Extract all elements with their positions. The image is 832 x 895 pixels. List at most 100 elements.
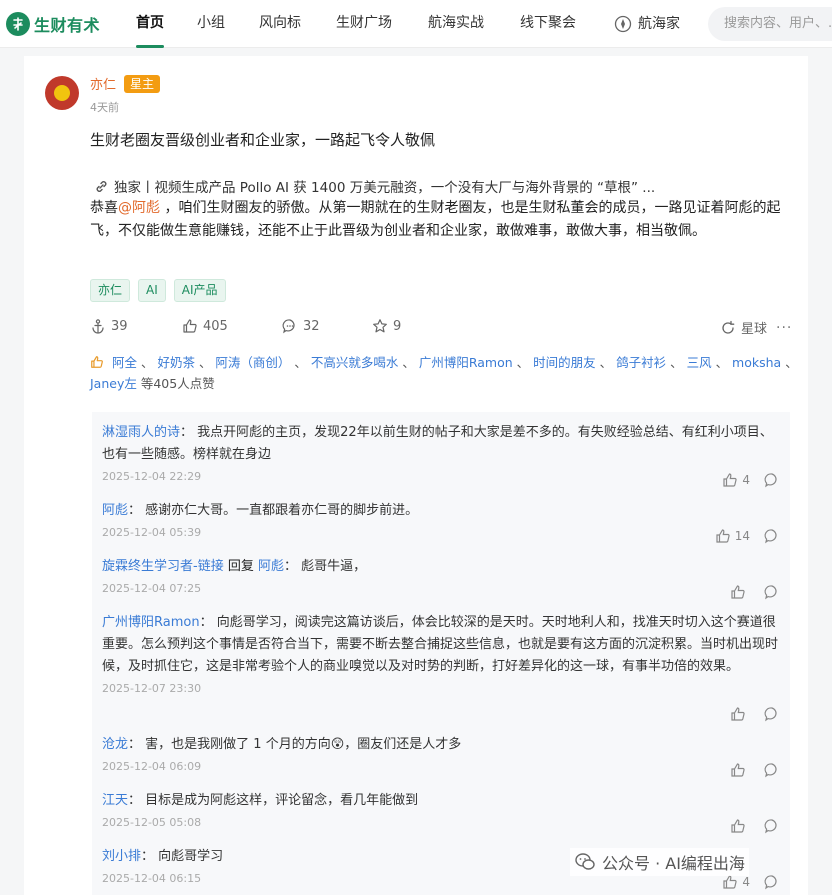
author-name[interactable]: 亦仁 xyxy=(90,74,116,93)
nav-square[interactable]: 生财广场 xyxy=(336,0,392,48)
comment-actions xyxy=(730,584,780,600)
star-icon xyxy=(372,318,388,334)
liker-name[interactable]: 阿涛（商创） xyxy=(215,355,290,370)
author-avatar[interactable] xyxy=(45,76,79,110)
nav-navigator[interactable]: 航海家 xyxy=(614,0,680,48)
comment-actions: 4 xyxy=(722,472,780,488)
liker-name[interactable]: Janey左 xyxy=(90,376,137,391)
liker-name[interactable]: 广州博阳Ramon xyxy=(419,355,513,370)
favorite-button[interactable]: 9 xyxy=(372,318,401,334)
reply-target[interactable]: 阿彪 xyxy=(258,559,284,574)
comment-time: 2025-12-04 05:39 xyxy=(102,526,202,539)
thumbs-up-icon[interactable] xyxy=(722,472,738,488)
nav-groups[interactable]: 小组 xyxy=(197,0,225,48)
watermark-text: 公众号 · AI编程出海 xyxy=(602,854,745,873)
comment-text: 感谢亦仁大哥。一直都跟着亦仁哥的脚步前进。 xyxy=(145,503,419,518)
tag-item[interactable]: AI产品 xyxy=(173,279,226,302)
comment-list: 淋湿雨人的诗： 我点开阿彪的主页，发现22年以前生财的帖子和大家是差不多的。有失… xyxy=(92,412,790,895)
body-rest: ，咱们生财圈友的骄傲。从第一期就在的生财老圈友，也是生财私董会的成员，一路见证着… xyxy=(90,200,781,239)
likers-list: 阿全 、 好奶茶 、 阿涛（商创） 、 不高兴就多喝水 、 广州博阳Ramon … xyxy=(90,355,798,391)
reply-icon[interactable] xyxy=(764,874,780,890)
comment-text: 我点开阿彪的主页，发现22年以前生财的帖子和大家是差不多的。有失败经验总结、有红… xyxy=(102,425,773,462)
liker-name[interactable]: 阿全 xyxy=(112,355,137,370)
comment-item: 阿彪： 感谢亦仁大哥。一直都跟着亦仁哥的脚步前进。 2025-12-04 05:… xyxy=(102,500,782,539)
author-row: 亦仁 星主 xyxy=(90,74,161,93)
thumbs-up-icon[interactable] xyxy=(730,762,746,778)
comment-author[interactable]: 刘小排 xyxy=(102,849,141,864)
thumbs-up-icon[interactable] xyxy=(715,528,731,544)
comment-actions xyxy=(730,818,780,834)
reply-icon[interactable] xyxy=(764,528,780,544)
comment-author[interactable]: 广州博阳Ramon xyxy=(102,615,200,630)
tag-item[interactable]: 亦仁 xyxy=(90,279,131,302)
comment-button[interactable]: 32 xyxy=(282,318,320,334)
comment-item: 旋霖终生学习者-链接 回复 阿彪： 彪哥牛逼， 2025-12-04 07:25 xyxy=(102,556,782,595)
comment-author[interactable]: 旋霖终生学习者-链接 xyxy=(102,559,224,574)
liker-name[interactable]: 好奶茶 xyxy=(157,355,195,370)
comment-like-count: 4 xyxy=(742,473,750,487)
link-icon xyxy=(94,179,109,194)
reply-icon[interactable] xyxy=(764,706,780,722)
liker-name[interactable]: 时间的朋友 xyxy=(533,355,596,370)
comment-icon xyxy=(282,318,298,334)
share-count: 39 xyxy=(111,318,128,334)
brand-logo[interactable]: 生财有术 xyxy=(6,11,100,37)
likers-suffix: 等405人点赞 xyxy=(140,376,215,391)
body-prefix: 恭喜 xyxy=(90,200,118,216)
comment-like-count: 4 xyxy=(742,875,750,889)
owner-badge: 星主 xyxy=(124,74,161,93)
like-button[interactable]: 405 xyxy=(182,318,228,334)
liker-name[interactable]: 三风 xyxy=(687,355,712,370)
mention-link[interactable]: @阿彪 xyxy=(118,200,160,216)
thumbs-up-icon[interactable] xyxy=(730,818,746,834)
article-link[interactable]: 独家丨视频生成产品 Pollo AI 获 1400 万美元融资，一个没有大厂与海… xyxy=(94,176,655,196)
reply-icon[interactable] xyxy=(764,818,780,834)
thumbs-up-icon[interactable] xyxy=(730,584,746,600)
nav-trends[interactable]: 风向标 xyxy=(259,0,301,48)
comment-item: 沧龙： 害，也是我刚做了 1 个月的方向😲，圈友们还是人才多 2025-12-0… xyxy=(102,734,782,773)
thumbs-up-icon xyxy=(90,355,104,369)
reply-icon[interactable] xyxy=(764,584,780,600)
thumbs-up-icon[interactable] xyxy=(730,706,746,722)
comment-actions xyxy=(730,706,780,722)
post-body: 恭喜@阿彪 ，咱们生财圈友的骄傲。从第一期就在的生财老圈友，也是生财私董会的成员… xyxy=(90,197,798,243)
more-button[interactable]: ··· xyxy=(776,320,792,336)
liker-name[interactable]: 鸽子衬衫 xyxy=(616,355,666,370)
comment-author[interactable]: 淋湿雨人的诗 xyxy=(102,425,180,440)
comment-text: 彪哥牛逼， xyxy=(301,559,367,574)
reply-icon[interactable] xyxy=(764,762,780,778)
wechat-watermark: 公众号 · AI编程出海 xyxy=(570,848,749,876)
nav-home[interactable]: 首页 xyxy=(136,0,164,48)
comment-author[interactable]: 江天 xyxy=(102,793,128,808)
logo-icon xyxy=(6,12,30,36)
nav-navigator-label: 航海家 xyxy=(638,16,680,32)
share-button[interactable]: 39 xyxy=(90,318,128,334)
comment-time: 2025-12-04 06:09 xyxy=(102,760,202,773)
search-input[interactable]: 搜索内容、用户、... xyxy=(708,7,832,41)
liker-name[interactable]: 不高兴就多喝水 xyxy=(311,355,399,370)
comment-author[interactable]: 沧龙 xyxy=(102,737,128,752)
comment-item: 江天： 目标是成为阿彪这样，评论留念，看几年能做到 2025-12-05 05:… xyxy=(102,790,782,829)
thumbs-up-icon[interactable] xyxy=(722,874,738,890)
reply-icon[interactable] xyxy=(764,472,780,488)
post-card: 亦仁 星主 4天前 生财老圈友晋级创业者和企业家，一路起飞令人敬佩 独家丨视频生… xyxy=(24,56,808,895)
comment-time: 2025-12-04 07:25 xyxy=(102,582,202,595)
comment-text: 目标是成为阿彪这样，评论留念，看几年能做到 xyxy=(145,793,419,808)
anchor-icon xyxy=(90,318,106,334)
planet-button[interactable]: 星球 xyxy=(720,318,767,337)
nav-meetups[interactable]: 线下聚会 xyxy=(520,0,576,48)
comment-count: 32 xyxy=(303,318,320,334)
comment-time: 2025-12-07 23:30 xyxy=(102,682,202,695)
comment-text: 害，也是我刚做了 1 个月的方向😲，圈友们还是人才多 xyxy=(145,737,462,752)
post-title: 生财老圈友晋级创业者和企业家，一路起飞令人敬佩 xyxy=(90,131,436,149)
top-nav: 生财有术 首页 小组 风向标 生财广场 航海实战 线下聚会 航海家 搜索内容、用… xyxy=(0,0,832,48)
tag-item[interactable]: AI xyxy=(138,279,166,302)
liker-name[interactable]: moksha xyxy=(732,355,781,370)
thumbs-up-icon xyxy=(182,318,198,334)
comment-text: 向彪哥学习 xyxy=(158,849,224,864)
comment-item: 淋湿雨人的诗： 我点开阿彪的主页，发现22年以前生财的帖子和大家是差不多的。有失… xyxy=(102,422,782,483)
comment-actions xyxy=(730,762,780,778)
post-actions: 39 405 32 9 星球 ··· xyxy=(90,318,798,340)
comment-author[interactable]: 阿彪 xyxy=(102,503,128,518)
nav-voyage[interactable]: 航海实战 xyxy=(428,0,484,48)
